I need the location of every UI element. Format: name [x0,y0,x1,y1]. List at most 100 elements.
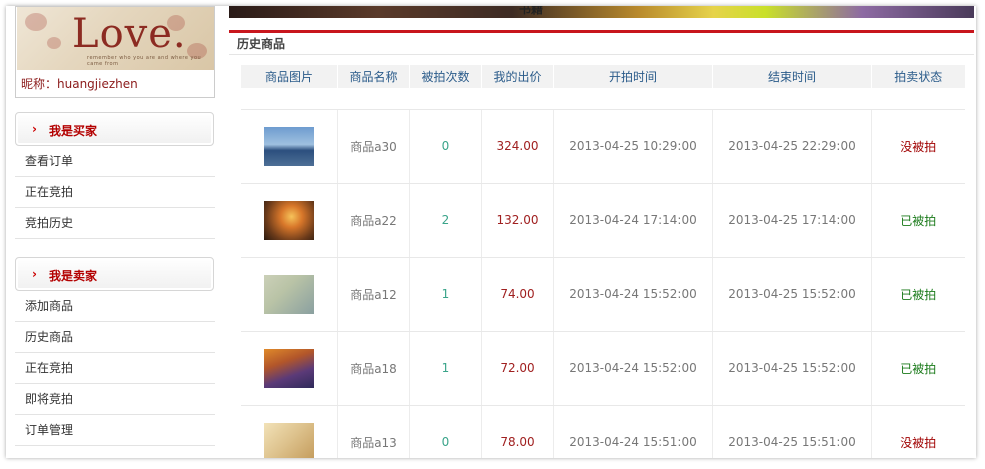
section-divider [229,30,974,33]
sidebar-item-bidding[interactable]: 正在竞拍 [15,177,215,208]
bid-count: 1 [409,331,482,406]
seller-menu-title: 我是卖家 [49,269,98,283]
page-title: 历史商品 [237,37,286,51]
nickname-value: huangjiezhen [57,77,138,91]
start-time-text: 2013-04-24 15:52:00 [569,287,697,301]
auction-status-text: 已被拍 [900,361,937,376]
col-header-name: 商品名称 [337,65,410,88]
sidebar-item-upcoming[interactable]: 即将竞拍 [15,384,215,415]
my-bid-price: 72.00 [481,331,554,406]
my-bid-price-text: 78.00 [500,435,535,449]
end-time: 2013-04-25 22:29:00 [712,109,872,184]
bid-count-text: 2 [441,213,450,227]
my-bid-price-text: 132.00 [496,213,539,227]
buyer-menu-title: 我是买家 [49,124,98,138]
banner-text: 书籍 [519,6,544,16]
product-image-cell [240,183,338,258]
my-bid-price-text: 74.00 [500,287,535,301]
product-image-cell [240,257,338,332]
table-row: 商品a12 1 74.00 2013-04-24 15:52:00 2013-04-25… [240,257,965,332]
chevron-right-icon: › [32,267,37,281]
user-profile-card: Love. remember who you are and where you… [15,6,215,98]
start-time-text: 2013-04-24 15:51:00 [569,435,697,449]
col-header-image: 商品图片 [240,65,338,88]
product-name-text[interactable]: 商品a22 [350,214,397,228]
start-time-text: 2013-04-24 17:14:00 [569,213,697,227]
bid-count-text: 1 [441,361,450,375]
sidebar-item-view-orders[interactable]: 查看订单 [15,146,215,177]
auction-status-text: 已被拍 [900,287,937,302]
buyer-menu-header[interactable]: › 我是买家 [15,112,214,146]
start-time: 2013-04-25 10:29:00 [553,109,713,184]
col-header-count: 被拍次数 [409,65,482,88]
top-banner-image: 书籍 [229,6,974,18]
nickname: 昵称：huangjiezhen [21,75,138,92]
my-bid-price: 74.00 [481,257,554,332]
sidebar-item-seller-bidding[interactable]: 正在竞拍 [15,353,215,384]
auction-status-text: 没被拍 [900,435,937,450]
nickname-label: 昵称： [21,77,58,91]
sea-sky-thumbnail[interactable] [263,126,314,166]
start-time: 2013-04-24 17:14:00 [553,183,713,258]
table-row: 商品a18 1 72.00 2013-04-24 15:52:00 2013-04-25… [240,331,965,406]
bid-count: 0 [409,109,482,184]
end-time: 2013-04-25 15:52:00 [712,257,872,332]
my-bid-price-text: 72.00 [500,361,535,375]
product-name: 商品a30 [337,109,410,184]
auction-status: 没被拍 [871,109,965,184]
table-row: 商品a22 2 132.00 2013-04-24 17:14:00 2013-04-2… [240,183,965,258]
crayons-thumbnail[interactable] [263,274,314,314]
bid-count: 0 [409,405,482,458]
auction-status: 已被拍 [871,257,965,332]
sidebar-item-history-products[interactable]: 历史商品 [15,322,215,353]
product-name: 商品a18 [337,331,410,406]
my-bid-price: 324.00 [481,109,554,184]
product-name-text[interactable]: 商品a13 [350,436,397,450]
sidebar-item-bid-history[interactable]: 竞拍历史 [15,208,215,239]
col-header-start: 开拍时间 [553,65,713,88]
fabric-thumbnail[interactable] [263,348,314,388]
seller-menu-header[interactable]: › 我是卖家 [15,257,214,291]
start-time: 2013-04-24 15:52:00 [553,257,713,332]
start-time-text: 2013-04-24 15:52:00 [569,361,697,375]
bid-count: 2 [409,183,482,258]
my-bid-price: 78.00 [481,405,554,458]
end-time-text: 2013-04-25 15:52:00 [728,287,856,301]
end-time-text: 2013-04-25 15:52:00 [728,361,856,375]
bid-count-text: 0 [441,435,450,449]
auction-status: 没被拍 [871,405,965,458]
profile-banner-image: Love. remember who you are and where you… [17,7,214,70]
product-image-cell [240,405,338,458]
col-header-price: 我的出价 [481,65,554,88]
chevron-right-icon: › [32,122,37,136]
bid-count-text: 0 [441,139,450,153]
end-time: 2013-04-25 15:52:00 [712,331,872,406]
product-name-text[interactable]: 商品a30 [350,140,397,154]
table-header-row: 商品图片 商品名称 被拍次数 我的出价 开拍时间 结束时间 拍卖状态 [240,65,965,88]
title-divider [229,54,974,55]
page-frame: Love. remember who you are and where you… [6,6,976,458]
sidebar: Love. remember who you are and where you… [15,6,215,458]
my-bid-price: 132.00 [481,183,554,258]
sidebar-item-order-management[interactable]: 订单管理 [15,415,215,446]
gift-thumbnail[interactable] [263,422,314,458]
start-time: 2013-04-24 15:52:00 [553,331,713,406]
auction-status-text: 没被拍 [900,139,937,154]
product-image-cell [240,109,338,184]
main-content: 书籍 历史商品 商品图片 商品名称 被拍次数 我的出价 开拍时间 结束时间 拍卖… [229,6,976,458]
product-name: 商品a13 [337,405,410,458]
end-time: 2013-04-25 17:14:00 [712,183,872,258]
sidebar-item-add-product[interactable]: 添加商品 [15,291,215,322]
my-bid-price-text: 324.00 [496,139,539,153]
product-name: 商品a22 [337,183,410,258]
col-header-end: 结束时间 [712,65,872,88]
end-time-text: 2013-04-25 15:51:00 [728,435,856,449]
auction-status: 已被拍 [871,183,965,258]
sunset-thumbnail[interactable] [263,200,314,240]
bid-count: 1 [409,257,482,332]
product-name-text[interactable]: 商品a12 [350,288,397,302]
banner-word: Love. [72,11,187,57]
product-name-text[interactable]: 商品a18 [350,362,397,376]
auction-status: 已被拍 [871,331,965,406]
end-time-text: 2013-04-25 22:29:00 [728,139,856,153]
